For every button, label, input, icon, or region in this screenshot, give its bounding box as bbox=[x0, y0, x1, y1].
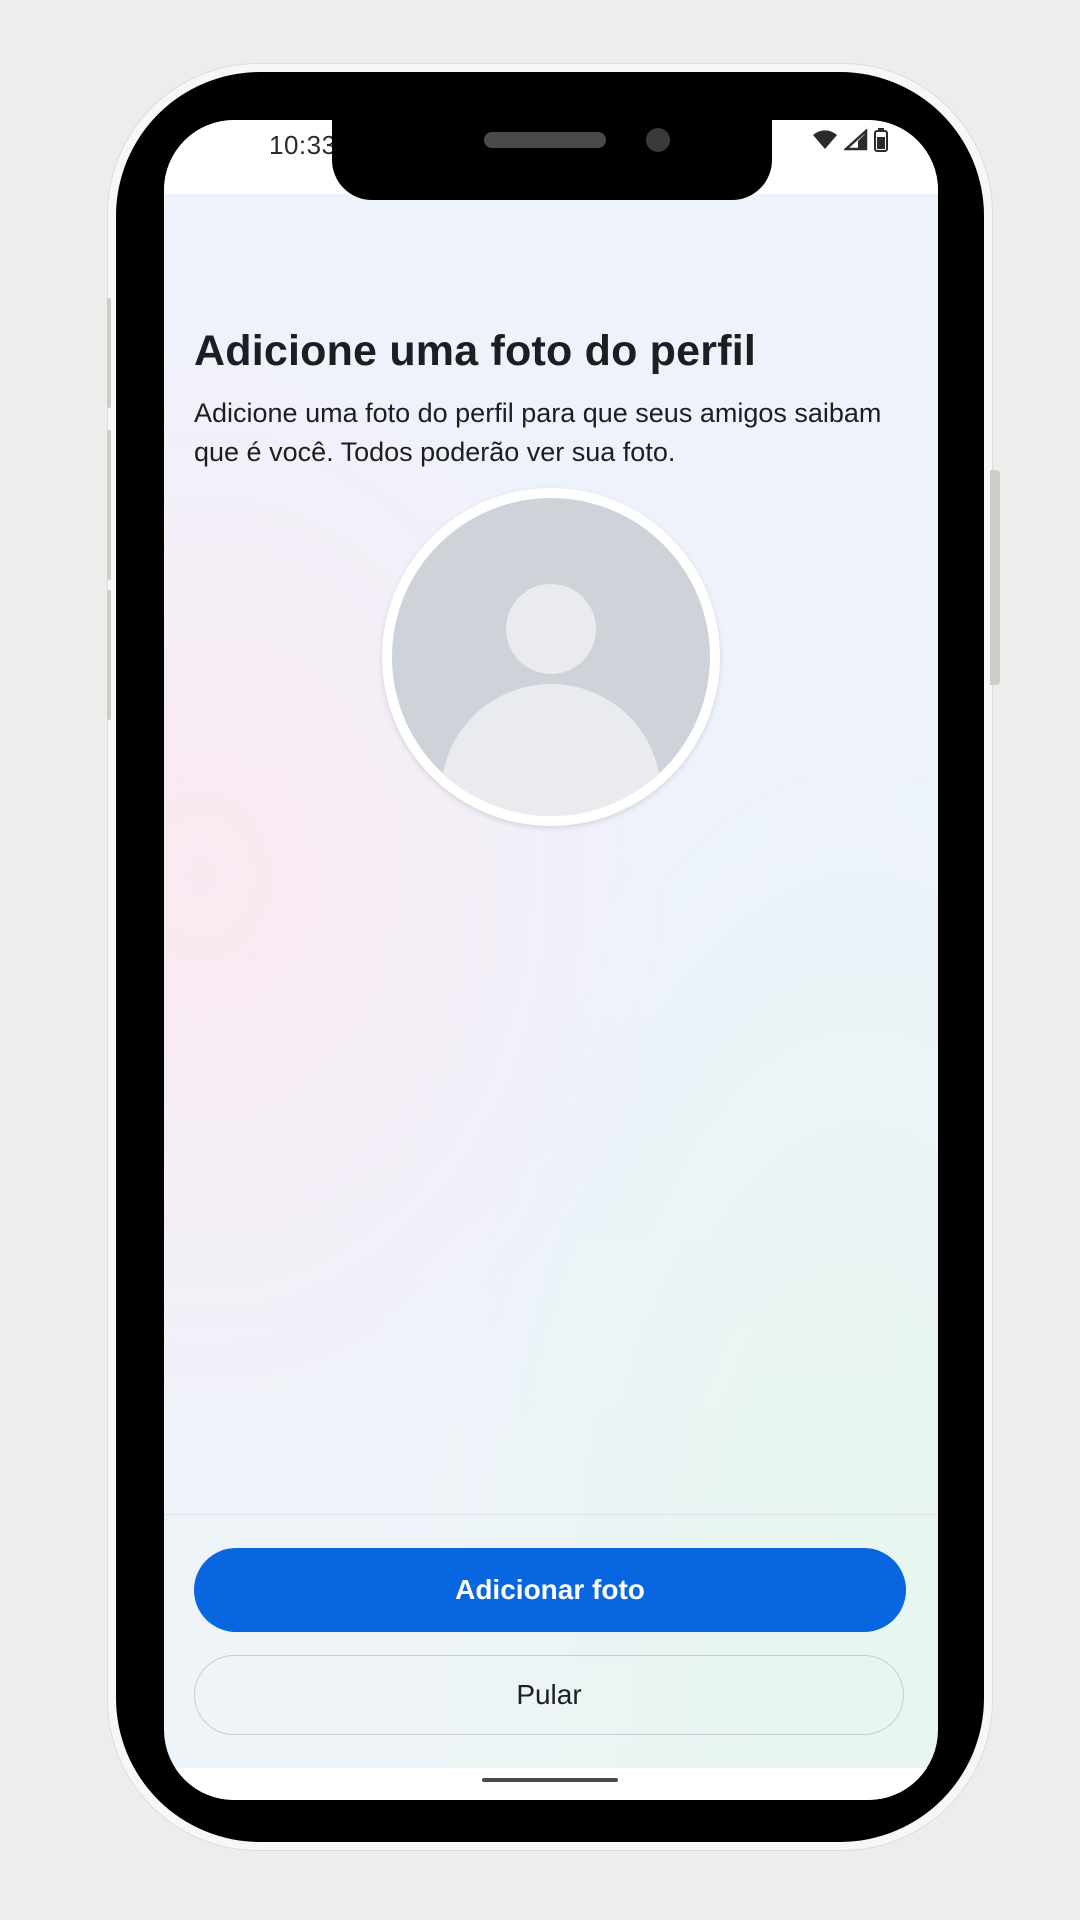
page-title: Adicione uma foto do perfil bbox=[194, 326, 757, 375]
volume-up-button bbox=[107, 430, 111, 580]
wifi-icon bbox=[812, 129, 838, 156]
navigation-bar bbox=[164, 1768, 938, 1800]
stage: 10:33 Adicione uma foto do perfil Adicio… bbox=[0, 0, 1080, 1920]
footer-divider bbox=[164, 1514, 938, 1515]
cell-signal-icon bbox=[842, 128, 868, 156]
earpiece-speaker bbox=[484, 132, 606, 148]
notch bbox=[332, 120, 772, 200]
volume-down-button bbox=[107, 590, 111, 720]
phone-screen: 10:33 Adicione uma foto do perfil Adicio… bbox=[164, 120, 938, 1800]
page-subtitle: Adicione uma foto do perfil para que seu… bbox=[194, 398, 882, 467]
skip-button[interactable]: Pular bbox=[194, 1655, 904, 1735]
add-photo-button[interactable]: Adicionar foto bbox=[194, 1548, 906, 1632]
front-camera bbox=[646, 128, 670, 152]
home-indicator[interactable] bbox=[482, 1778, 618, 1782]
battery-icon bbox=[874, 128, 888, 157]
status-icons bbox=[812, 128, 888, 157]
avatar-body-shape bbox=[441, 684, 661, 816]
status-time: 10:33 bbox=[269, 130, 337, 160]
power-button bbox=[990, 470, 1000, 685]
default-profile-avatar-icon bbox=[392, 498, 710, 816]
profile-photo-placeholder[interactable] bbox=[382, 488, 720, 826]
avatar-head-shape bbox=[506, 584, 596, 674]
mute-switch bbox=[107, 298, 111, 408]
